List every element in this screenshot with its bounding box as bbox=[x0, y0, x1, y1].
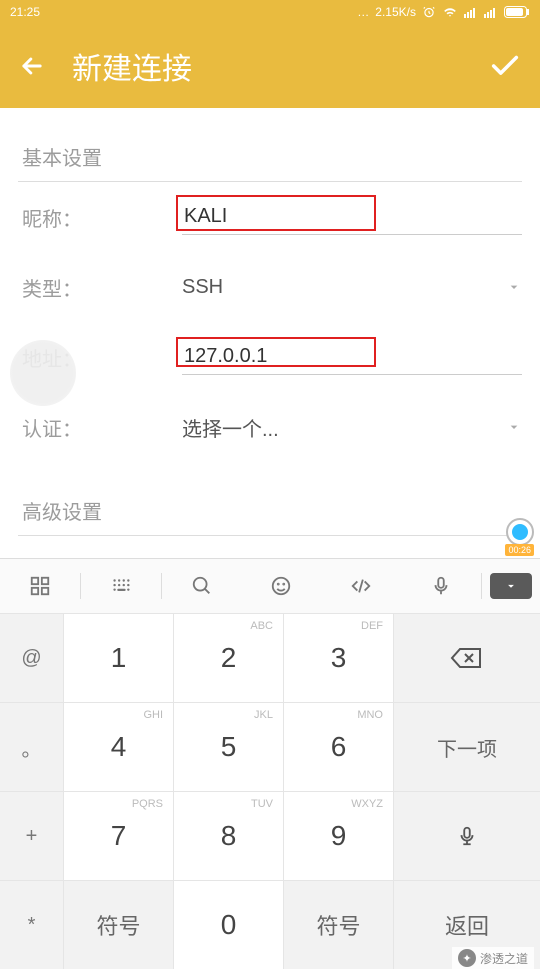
alarm-icon bbox=[422, 5, 436, 19]
status-right: … 2.15K/s bbox=[357, 5, 530, 19]
address-input[interactable] bbox=[182, 339, 522, 375]
key-at[interactable]: @ bbox=[0, 613, 64, 702]
recording-badge[interactable]: 00:26 bbox=[505, 518, 534, 556]
type-label: 类型： bbox=[18, 273, 182, 302]
row-auth: 认证： 选择一个... bbox=[18, 392, 522, 462]
form-content: 基本设置 昵称： 类型： SSH 地址： 认证： 选择一个... 高级设置 bbox=[0, 108, 540, 536]
signal-icon-1 bbox=[464, 6, 478, 18]
address-label: 地址： bbox=[18, 343, 182, 372]
auth-label: 认证： bbox=[18, 413, 182, 442]
key-plus[interactable]: + bbox=[0, 791, 64, 880]
key-symbol[interactable]: 符号 bbox=[64, 880, 174, 969]
key-star[interactable]: * bbox=[0, 880, 64, 969]
key-3[interactable]: 3DEF bbox=[284, 613, 394, 702]
signal-icon-2 bbox=[484, 6, 498, 18]
row-nickname: 昵称： bbox=[18, 182, 522, 252]
back-icon[interactable] bbox=[18, 52, 46, 80]
keyboard-toolbar bbox=[0, 559, 540, 613]
row-type: 类型： SSH bbox=[18, 252, 522, 322]
key-backspace[interactable] bbox=[394, 613, 540, 702]
section-basic: 基本设置 bbox=[18, 108, 522, 182]
key-2[interactable]: 2ABC bbox=[174, 613, 284, 702]
row-address: 地址： bbox=[18, 322, 522, 392]
kb-tool-code-icon[interactable] bbox=[321, 559, 401, 613]
status-bar: 21:25 … 2.15K/s bbox=[0, 0, 540, 24]
wifi-icon bbox=[442, 5, 458, 19]
watermark-text: 渗透之道 bbox=[480, 950, 528, 967]
app-header: 新建连接 bbox=[0, 24, 540, 108]
kb-tool-search-icon[interactable] bbox=[162, 559, 242, 613]
watermark: ✦ 渗透之道 bbox=[452, 947, 534, 969]
key-9[interactable]: 9WXYZ bbox=[284, 791, 394, 880]
key-6[interactable]: 6MNO bbox=[284, 702, 394, 791]
auth-value: 选择一个... bbox=[182, 413, 279, 442]
battery-icon bbox=[504, 6, 530, 18]
page-title: 新建连接 bbox=[72, 44, 462, 88]
status-time: 21:25 bbox=[10, 5, 40, 19]
keyboard-grid: @ 1 2ABC 3DEF 。 4GHI 5JKL 6MNO 下一项 + 7PQ… bbox=[0, 613, 540, 969]
nickname-label: 昵称： bbox=[18, 203, 182, 232]
key-voice[interactable] bbox=[394, 791, 540, 880]
type-value: SSH bbox=[182, 276, 223, 299]
kb-tool-keyboard-icon[interactable] bbox=[81, 559, 161, 613]
kb-tool-grid-icon[interactable] bbox=[0, 559, 80, 613]
nickname-input[interactable] bbox=[182, 199, 522, 235]
chevron-down-icon bbox=[506, 279, 522, 295]
key-1[interactable]: 1 bbox=[64, 613, 174, 702]
section-advanced: 高级设置 bbox=[18, 462, 522, 536]
key-8[interactable]: 8TUV bbox=[174, 791, 284, 880]
recording-dot-icon bbox=[506, 518, 534, 546]
key-0[interactable]: 0 bbox=[174, 880, 284, 969]
kb-tool-emoji-icon[interactable] bbox=[241, 559, 321, 613]
key-7[interactable]: 7PQRS bbox=[64, 791, 174, 880]
status-speed: 2.15K/s bbox=[375, 5, 416, 19]
status-dots: … bbox=[357, 5, 369, 19]
type-dropdown[interactable]: SSH bbox=[182, 252, 522, 322]
key-period[interactable]: 。 bbox=[0, 702, 64, 791]
wechat-icon: ✦ bbox=[458, 949, 476, 967]
confirm-icon[interactable] bbox=[488, 49, 522, 83]
key-5[interactable]: 5JKL bbox=[174, 702, 284, 791]
key-symbol-2[interactable]: 符号 bbox=[284, 880, 394, 969]
recording-time: 00:26 bbox=[505, 544, 534, 556]
kb-collapse-button[interactable] bbox=[482, 573, 540, 599]
chevron-down-icon bbox=[506, 419, 522, 435]
key-4[interactable]: 4GHI bbox=[64, 702, 174, 791]
kb-tool-mic-icon[interactable] bbox=[401, 559, 481, 613]
keyboard: @ 1 2ABC 3DEF 。 4GHI 5JKL 6MNO 下一项 + 7PQ… bbox=[0, 558, 540, 969]
key-next[interactable]: 下一项 bbox=[394, 702, 540, 791]
auth-dropdown[interactable]: 选择一个... bbox=[182, 392, 522, 462]
